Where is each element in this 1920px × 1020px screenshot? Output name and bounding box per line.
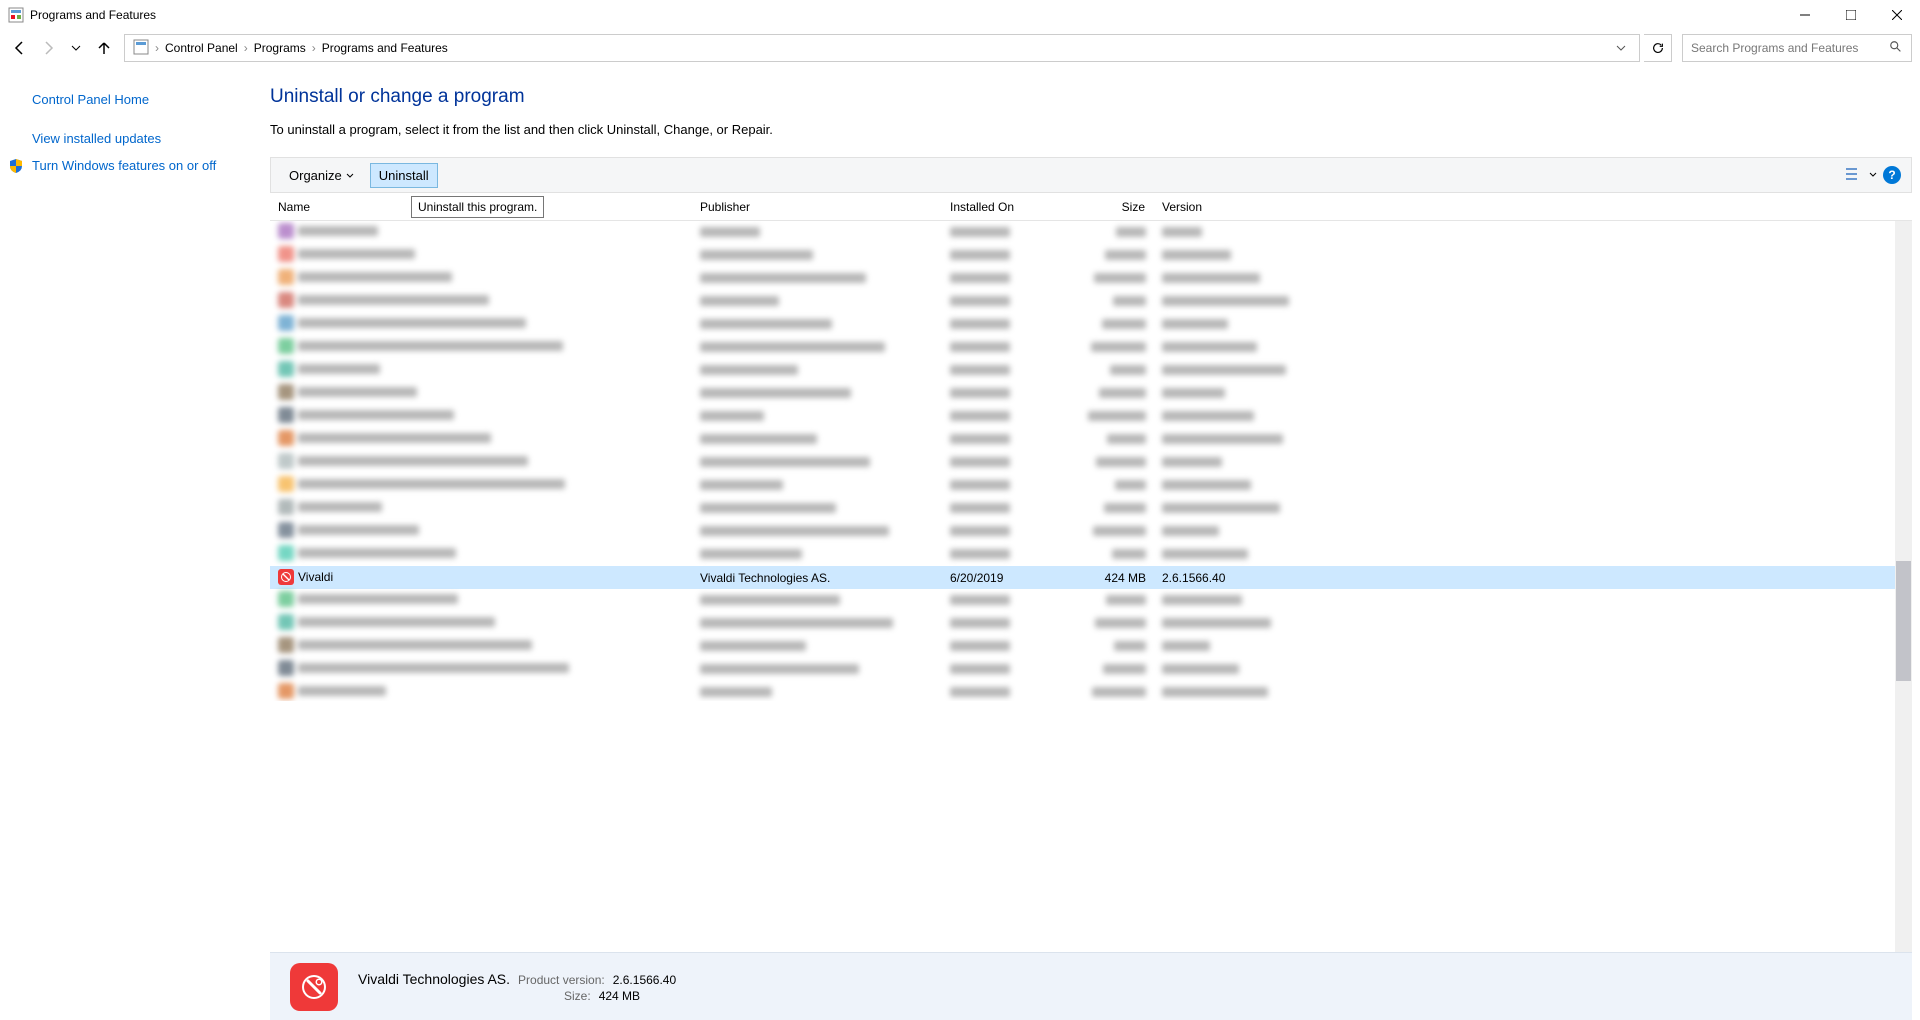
address-dropdown[interactable] (1611, 43, 1631, 53)
scrollbar[interactable] (1895, 221, 1912, 952)
recent-dropdown[interactable] (64, 36, 88, 60)
table-row[interactable] (270, 497, 1912, 520)
shield-icon (8, 158, 24, 174)
breadcrumb-item[interactable]: Programs (254, 41, 306, 55)
details-publisher: Vivaldi Technologies AS. (358, 971, 510, 987)
table-row[interactable] (270, 520, 1912, 543)
window-title: Programs and Features (30, 8, 156, 22)
maximize-button[interactable] (1828, 0, 1874, 30)
back-button[interactable] (8, 36, 32, 60)
scrollbar-thumb[interactable] (1896, 561, 1911, 681)
table-body[interactable]: Vivaldi Vivaldi Technologies AS.6/20/2019… (270, 221, 1912, 701)
search-icon (1889, 40, 1903, 57)
table-row[interactable] (270, 428, 1912, 451)
sidebar-windows-features[interactable]: Turn Windows features on or off (28, 152, 216, 179)
details-version-label: Product version: (518, 973, 605, 987)
view-options-button[interactable] (1845, 167, 1863, 184)
table-row[interactable] (270, 244, 1912, 267)
uninstall-button[interactable]: Uninstall (370, 163, 438, 188)
minimize-button[interactable] (1782, 0, 1828, 30)
table-row[interactable] (270, 681, 1912, 701)
chevron-right-icon: › (244, 41, 248, 55)
table-row[interactable] (270, 359, 1912, 382)
table-row[interactable] (270, 405, 1912, 428)
column-version[interactable]: Version (1154, 200, 1324, 214)
sidebar-cp-home[interactable]: Control Panel Home (8, 86, 222, 113)
cell-publisher: Vivaldi Technologies AS. (692, 571, 942, 585)
help-button[interactable]: ? (1883, 166, 1901, 184)
details-size: 424 MB (599, 989, 640, 1003)
address-icon (133, 39, 149, 58)
table-row[interactable] (270, 543, 1912, 566)
column-installed-on[interactable]: Installed On (942, 200, 1050, 214)
address-bar[interactable]: › Control Panel › Programs › Programs an… (124, 34, 1640, 62)
chevron-down-icon[interactable] (1869, 168, 1877, 182)
page-heading: Uninstall or change a program (270, 86, 1912, 108)
search-placeholder: Search Programs and Features (1691, 41, 1858, 55)
table-row[interactable] (270, 267, 1912, 290)
table-row[interactable] (270, 382, 1912, 405)
chevron-right-icon: › (155, 41, 159, 55)
table-row[interactable] (270, 451, 1912, 474)
chevron-right-icon: › (312, 41, 316, 55)
up-button[interactable] (92, 36, 116, 60)
table-row[interactable] (270, 290, 1912, 313)
details-size-label: Size: (564, 989, 591, 1003)
refresh-button[interactable] (1644, 34, 1672, 62)
details-panel: Vivaldi Technologies AS. Product version… (270, 952, 1912, 1020)
table-row[interactable] (270, 336, 1912, 359)
table-row[interactable] (270, 658, 1912, 681)
selected-app-icon (290, 963, 338, 1011)
cell-name: Vivaldi (298, 570, 333, 584)
forward-button[interactable] (36, 36, 60, 60)
search-input[interactable]: Search Programs and Features (1682, 34, 1912, 62)
breadcrumb-item[interactable]: Programs and Features (322, 41, 448, 55)
toolbar: Organize Uninstall ? Uninstall this prog… (270, 157, 1912, 193)
sidebar-installed-updates[interactable]: View installed updates (8, 125, 222, 152)
table-row-selected[interactable]: Vivaldi Vivaldi Technologies AS.6/20/2019… (270, 566, 1912, 589)
vivaldi-icon (278, 569, 294, 585)
uninstall-label: Uninstall (379, 168, 429, 183)
close-button[interactable] (1874, 0, 1920, 30)
table-row[interactable] (270, 612, 1912, 635)
breadcrumb-item[interactable]: Control Panel (165, 41, 238, 55)
column-size[interactable]: Size (1050, 200, 1154, 214)
table-row[interactable] (270, 221, 1912, 244)
table-row[interactable] (270, 313, 1912, 336)
organize-label: Organize (289, 168, 342, 183)
table-row[interactable] (270, 589, 1912, 612)
page-description: To uninstall a program, select it from t… (270, 122, 1912, 137)
tooltip: Uninstall this program. (411, 196, 544, 218)
column-publisher[interactable]: Publisher (692, 200, 942, 214)
cell-size: 424 MB (1050, 571, 1154, 585)
details-version: 2.6.1566.40 (613, 973, 676, 987)
cell-version: 2.6.1566.40 (1154, 571, 1324, 585)
organize-button[interactable]: Organize (281, 164, 362, 187)
table-row[interactable] (270, 635, 1912, 658)
chevron-down-icon (346, 168, 354, 183)
app-icon (8, 7, 24, 23)
table-row[interactable] (270, 474, 1912, 497)
cell-installed-on: 6/20/2019 (942, 571, 1050, 585)
